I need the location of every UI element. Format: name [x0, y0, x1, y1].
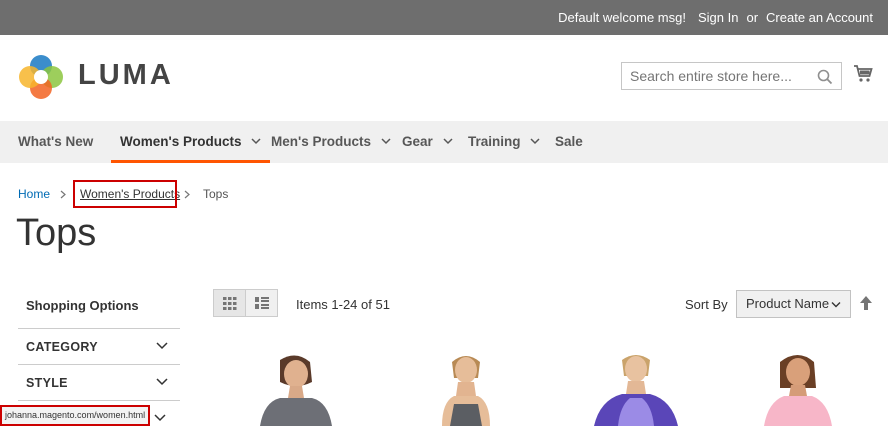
chevron-down-icon	[156, 378, 168, 386]
search-icon[interactable]	[817, 69, 833, 85]
chevron-down-icon	[831, 302, 841, 308]
nav-item-gear[interactable]: Gear	[402, 121, 453, 163]
search-input[interactable]	[622, 63, 807, 89]
nav-item-label: Training	[468, 134, 521, 149]
nav-item-label: Women's Products	[120, 134, 242, 149]
welcome-message: Default welcome msg!	[558, 10, 686, 25]
nav-item-whats-new[interactable]: What's New	[18, 121, 93, 163]
sort-by-value: Product Name	[746, 296, 830, 311]
highlight-box	[73, 180, 177, 208]
list-view-button[interactable]	[245, 289, 278, 317]
breadcrumb-home[interactable]: Home	[18, 187, 50, 201]
filter-category[interactable]: CATEGORY	[18, 328, 180, 364]
top-header-bar: Default welcome msg! Sign In or Create a…	[0, 0, 888, 35]
chevron-down-icon	[530, 138, 540, 145]
filter-label: STYLE	[26, 376, 68, 390]
chevron-down-icon	[381, 138, 391, 145]
luma-logo-icon[interactable]	[17, 53, 65, 101]
chevron-right-icon	[60, 190, 66, 199]
filter-label: CATEGORY	[26, 340, 98, 354]
sort-by-select[interactable]: Product Name	[736, 290, 851, 318]
grid-view-button[interactable]	[213, 289, 246, 317]
nav-item-label: Men's Products	[271, 134, 371, 149]
sort-by-label: Sort By	[685, 297, 728, 312]
nav-item-womens-products[interactable]: Women's Products	[111, 121, 271, 163]
product-image[interactable]	[250, 352, 342, 426]
search-box	[621, 62, 842, 90]
nav-item-mens-products[interactable]: Men's Products	[271, 121, 391, 163]
items-count: Items 1-24 of 51	[296, 297, 390, 312]
cart-icon[interactable]	[853, 64, 873, 84]
chevron-down-icon	[156, 342, 168, 350]
header-links: Default welcome msg! Sign In or Create a…	[558, 10, 873, 25]
page-title: Tops	[16, 212, 97, 254]
nav-item-label: What's New	[18, 134, 94, 149]
product-image[interactable]	[590, 352, 682, 426]
nav-item-sale[interactable]: Sale	[555, 121, 583, 163]
chevron-right-icon	[184, 190, 190, 199]
nav-item-label: Gear	[402, 134, 433, 149]
product-image[interactable]	[752, 352, 844, 426]
chevron-down-icon	[443, 138, 453, 145]
list-icon	[255, 297, 269, 309]
product-image[interactable]	[420, 352, 512, 426]
nav-item-training[interactable]: Training	[468, 121, 540, 163]
grid-icon	[223, 297, 237, 310]
create-account-link[interactable]: Create an Account	[766, 10, 873, 25]
shopping-options-title: Shopping Options	[26, 298, 139, 313]
status-bar-url: johanna.magento.com/women.html	[0, 405, 150, 426]
nav-item-label: Sale	[555, 134, 583, 149]
breadcrumb-current: Tops	[203, 187, 229, 201]
logo-text[interactable]: LUMA	[78, 59, 174, 92]
main-navigation: What's New Women's Products Men's Produc…	[0, 121, 888, 163]
sort-ascending-icon[interactable]	[860, 296, 872, 310]
chevron-down-icon	[154, 414, 166, 422]
sign-in-link[interactable]: Sign In	[698, 10, 738, 25]
filter-style[interactable]: STYLE	[18, 364, 180, 400]
chevron-down-icon	[251, 138, 261, 145]
or-text: or	[746, 10, 759, 25]
